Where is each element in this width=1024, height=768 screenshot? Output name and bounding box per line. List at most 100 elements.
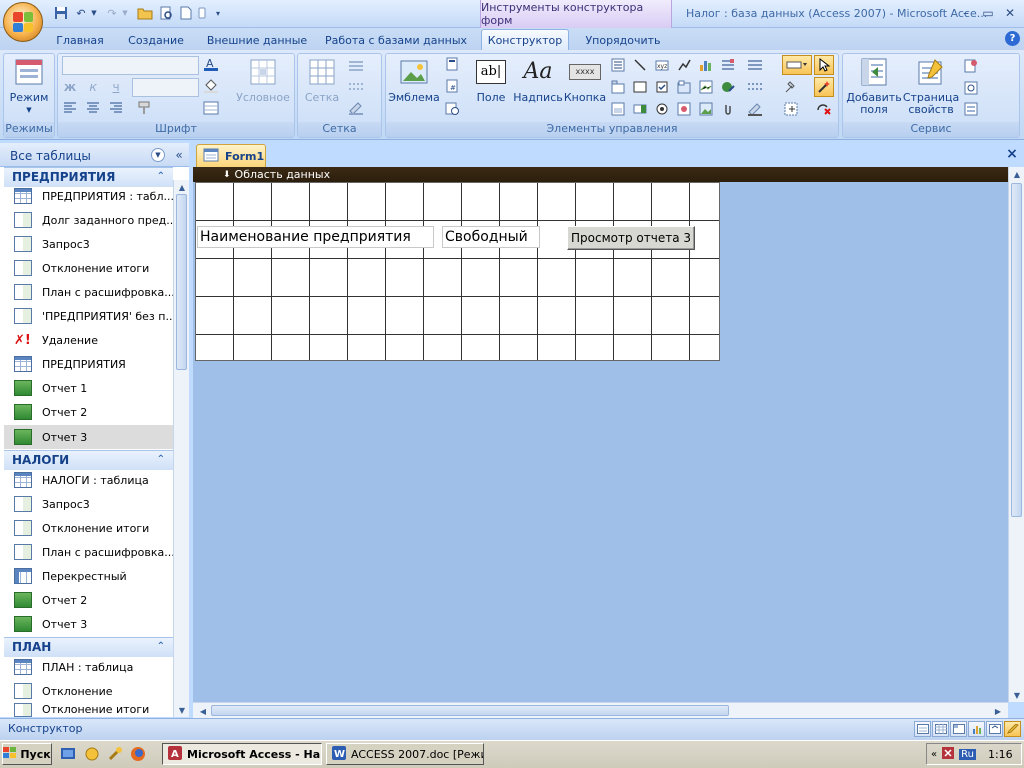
activex-icon[interactable]	[784, 101, 800, 117]
undo-dropdown-icon[interactable]: ▼	[89, 6, 99, 20]
grid-width-icon[interactable]	[347, 58, 369, 74]
line-color-icon[interactable]	[746, 101, 768, 117]
nav-item[interactable]: Отклонение итоги	[4, 516, 173, 540]
label-free[interactable]: Свободный	[442, 226, 540, 248]
label-enterprise-name[interactable]: Наименование предприятия	[197, 226, 434, 248]
nav-item[interactable]: Отчет 2	[4, 588, 173, 612]
font-size-combo[interactable]	[132, 78, 199, 97]
collapse-section-icon[interactable]: ⌃	[157, 638, 165, 656]
quicklaunch-tool-icon[interactable]	[107, 746, 123, 762]
nav-menu-dropdown-icon[interactable]: ▼	[151, 148, 165, 162]
nav-item[interactable]: 'ПРЕДПРИЯТИЯ' без п...	[4, 304, 173, 328]
nav-scroll-thumb[interactable]	[176, 194, 187, 370]
nav-item[interactable]: ПРЕДПРИЯТИЯ	[4, 352, 173, 376]
minimize-button[interactable]: –	[955, 3, 977, 22]
open-folder-icon[interactable]	[137, 6, 153, 20]
form-view-icon[interactable]	[914, 721, 931, 737]
fill-color-icon[interactable]	[203, 78, 219, 94]
logo-button[interactable]: Эмблема	[388, 56, 440, 104]
scroll-up-icon[interactable]: ▲	[1009, 167, 1024, 181]
customize-qat-icon[interactable]	[197, 6, 207, 20]
tab-control-icon[interactable]	[610, 79, 626, 95]
close-button[interactable]: ✕	[999, 3, 1021, 22]
nav-item-selected[interactable]: Отчет 3	[4, 425, 173, 449]
tab-database-tools[interactable]: Работа с базами данных	[320, 31, 472, 50]
vertical-scroll-thumb[interactable]	[1011, 183, 1022, 517]
office-button[interactable]	[3, 2, 43, 42]
date-time-icon[interactable]	[444, 100, 460, 116]
align-left-icon[interactable]	[62, 100, 78, 116]
mode-button[interactable]: Режим ▼	[6, 56, 52, 116]
option-button-icon[interactable]	[654, 101, 670, 117]
tab-arrange[interactable]: Упорядочить	[575, 31, 671, 50]
line-thickness-icon[interactable]	[746, 57, 768, 73]
quicklaunch-app-icon[interactable]	[84, 746, 100, 762]
title-icon[interactable]	[444, 56, 460, 72]
pivottable-view-icon[interactable]	[950, 721, 967, 737]
attachment-icon[interactable]	[720, 101, 736, 117]
property-sheet-button[interactable]: Страница свойств	[903, 56, 959, 116]
control-wizards-icon[interactable]	[814, 77, 834, 97]
command-button[interactable]: xxxx Кнопка	[564, 56, 606, 104]
horizontal-scroll-thumb[interactable]	[211, 705, 729, 716]
format-painter-icon[interactable]	[136, 100, 152, 116]
scroll-down-icon[interactable]: ▼	[174, 703, 190, 717]
gridlines-button[interactable]: Сетка	[300, 56, 344, 104]
nav-item[interactable]: План с расшифровка...	[4, 540, 173, 564]
subform-icon[interactable]	[610, 101, 626, 117]
nav-item[interactable]: Отклонение итоги	[4, 256, 173, 280]
align-center-icon[interactable]	[85, 100, 101, 116]
special-effect-icon[interactable]	[782, 55, 812, 75]
nav-item[interactable]: Отчет 2	[4, 400, 173, 424]
layout-view-icon[interactable]	[986, 721, 1003, 737]
nav-item[interactable]: Запрос3	[4, 232, 173, 256]
datasheet-view-icon[interactable]	[932, 721, 949, 737]
horizontal-scrollbar[interactable]: ◀ ▶	[193, 702, 1008, 718]
nav-item[interactable]: Перекрестный	[4, 564, 173, 588]
add-fields-button[interactable]: Добавить поля	[845, 56, 903, 116]
nav-item[interactable]: Отчет 1	[4, 376, 173, 400]
document-tab-form1[interactable]: Form1	[196, 144, 266, 167]
scroll-down-icon[interactable]: ▼	[1009, 688, 1024, 702]
bound-object-icon[interactable]	[698, 79, 714, 95]
nav-item[interactable]: ПЛАН : таблица	[4, 655, 173, 679]
unbound-object-icon[interactable]	[676, 101, 692, 117]
firefox-icon[interactable]	[130, 746, 146, 762]
pivotchart-view-icon[interactable]	[968, 721, 985, 737]
document-close-icon[interactable]: ×	[1004, 146, 1020, 162]
save-icon[interactable]	[53, 6, 69, 20]
line-tool-icon[interactable]	[632, 57, 648, 73]
bold-button[interactable]: Ж	[62, 80, 78, 96]
design-view-icon[interactable]	[1004, 721, 1021, 737]
image-tool-icon[interactable]	[698, 101, 714, 117]
tray-app-icon[interactable]	[941, 746, 955, 763]
toggle-button-icon[interactable]: xyz	[654, 57, 670, 73]
set-control-defaults-icon[interactable]	[784, 79, 800, 95]
nav-section-plan[interactable]: ПЛАН ⌃	[4, 637, 173, 657]
page-number-icon[interactable]: #	[444, 78, 460, 94]
help-icon[interactable]: ?	[1005, 31, 1020, 46]
nav-scrollbar[interactable]: ▲ ▼	[173, 180, 189, 717]
tab-external-data[interactable]: Внешние данные	[198, 31, 316, 50]
view-code-icon[interactable]	[963, 80, 979, 96]
field-button[interactable]: ab| Поле	[473, 56, 509, 104]
label-button[interactable]: Aa Надпись	[513, 56, 563, 104]
select-pointer-icon[interactable]	[814, 55, 834, 75]
align-right-icon[interactable]	[108, 100, 124, 116]
scroll-right-icon[interactable]: ▶	[990, 704, 1006, 718]
rectangle-tool-icon[interactable]	[632, 79, 648, 95]
conditional-format-button[interactable]: Условное	[236, 56, 290, 104]
start-button[interactable]: Пуск	[2, 743, 52, 765]
view-report-3-button[interactable]: Просмотр отчета 3	[567, 226, 695, 250]
nav-item[interactable]: ✗! Удаление	[4, 328, 173, 352]
undo-icon[interactable]: ↶	[73, 6, 89, 20]
nav-collapse-icon[interactable]: «	[172, 147, 186, 163]
tab-home[interactable]: Главная	[48, 31, 112, 50]
font-color-icon[interactable]: A	[203, 56, 219, 72]
nav-item[interactable]: План с расшифровка...	[4, 280, 173, 304]
nav-item[interactable]: НАЛОГИ : таблица	[4, 468, 173, 492]
checkbox-tool-icon[interactable]	[654, 79, 670, 95]
nav-item[interactable]: Отчет 3	[4, 612, 173, 636]
underline-button[interactable]: Ч	[108, 80, 124, 96]
combo-box-icon[interactable]	[632, 101, 648, 117]
